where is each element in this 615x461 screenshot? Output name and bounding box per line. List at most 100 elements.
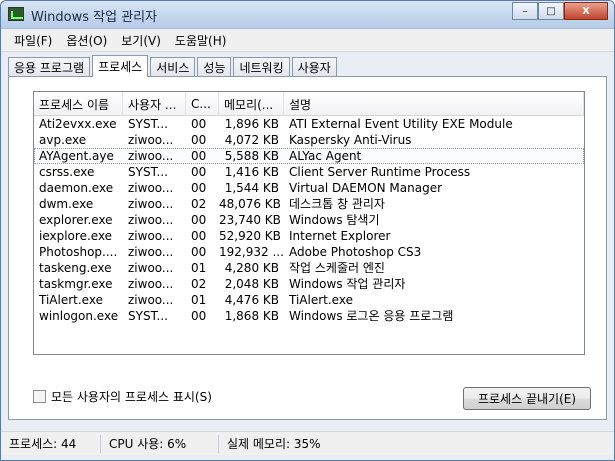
process-row[interactable]: Photoshop.... ziwoo... 00 192,932 ... Adobe …: [34, 244, 584, 260]
process-row[interactable]: dwm.exe ziwoo... 02 48,076 KB 데스크톱 창 관리자: [34, 196, 584, 212]
maximize-button[interactable]: □: [538, 2, 564, 20]
status-process-count: 프로세스: 44: [1, 434, 101, 453]
process-name-cell: explorer.exe: [39, 213, 113, 227]
process-cpu-cell: 00: [191, 117, 207, 131]
process-memory-cell: 23,740 KB: [219, 213, 281, 227]
process-cpu-cell: 02: [191, 197, 207, 211]
process-user-cell: ziwoo...: [128, 133, 174, 147]
column-header-user-name[interactable]: 사용자 ...: [123, 92, 186, 116]
column-header-memory[interactable]: 메모리(...: [219, 92, 284, 116]
process-description-cell: ALYac Agent: [289, 149, 362, 163]
tab-strip: 응용 프로그램 프로세스 서비스 성능 네트워킹 사용자: [8, 55, 339, 77]
process-user-cell: SYST...: [128, 117, 168, 131]
process-name-cell: Photoshop....: [39, 245, 118, 259]
status-cpu-usage: CPU 사용: 6%: [101, 434, 219, 453]
process-user-cell: ziwoo...: [128, 197, 174, 211]
show-all-users-option[interactable]: 모든 사용자의 프로세스 표시(S): [33, 388, 212, 405]
process-description-cell: 작업 스케줄러 엔진: [289, 261, 385, 275]
process-cpu-cell: 00: [191, 181, 207, 195]
process-user-cell: ziwoo...: [128, 277, 174, 291]
process-name-cell: taskeng.exe: [39, 261, 112, 275]
process-description-cell: Windows 탐색기: [289, 213, 380, 227]
process-row[interactable]: iexplore.exe ziwoo... 00 52,920 KB Internet …: [34, 228, 584, 244]
process-row[interactable]: TiAlert.exe ziwoo... 01 4,476 KB TiAlert.exe: [34, 292, 584, 308]
process-user-cell: ziwoo...: [128, 229, 174, 243]
show-all-users-checkbox[interactable]: [33, 390, 46, 403]
show-all-users-label: 모든 사용자의 프로세스 표시(S): [51, 390, 212, 404]
process-description-cell: Internet Explorer: [289, 229, 391, 243]
process-cpu-cell: 00: [191, 309, 207, 323]
process-user-cell: ziwoo...: [128, 245, 174, 259]
menu-file[interactable]: 파일(F): [7, 32, 59, 49]
process-memory-cell: 4,280 KB: [224, 261, 279, 275]
menu-options[interactable]: 옵션(O): [59, 32, 114, 49]
process-description-cell: ATI External Event Utility EXE Module: [289, 117, 513, 131]
status-memory-usage: 실제 메모리: 35%: [227, 436, 321, 451]
process-description-cell: Client Server Runtime Process: [289, 165, 471, 179]
process-row[interactable]: csrss.exe SYST... 00 1,416 KB Client Server …: [34, 164, 584, 180]
process-memory-cell: 48,076 KB: [219, 197, 281, 211]
title-bar[interactable]: Windows 작업 관리자 – □ X: [1, 1, 614, 29]
process-cpu-cell: 00: [191, 165, 207, 179]
process-user-cell: SYST...: [128, 165, 168, 179]
process-user-cell: ziwoo...: [128, 213, 174, 227]
process-description-cell: Windows 작업 관리자: [289, 277, 406, 291]
process-cpu-cell: 00: [191, 229, 207, 243]
process-row[interactable]: winlogon.exe SYST... 00 1,868 KB Windows 로그온…: [34, 308, 584, 324]
process-row[interactable]: Ati2evxx.exe SYST... 00 1,896 KB ATI Externa…: [34, 116, 584, 132]
menu-view[interactable]: 보기(V): [114, 32, 168, 49]
status-bar: 프로세스: 44 CPU 사용: 6% 실제 메모리: 35%: [1, 431, 614, 455]
process-memory-cell: 1,544 KB: [224, 181, 279, 195]
menu-help[interactable]: 도움말(H): [168, 32, 234, 49]
process-row[interactable]: taskeng.exe ziwoo... 01 4,280 KB 작업 스케줄러 엔진: [34, 260, 584, 276]
menu-bar: 파일(F) 옵션(O) 보기(V) 도움말(H): [1, 30, 614, 52]
task-manager-window: Windows 작업 관리자 – □ X 파일(F) 옵션(O) 보기(V) 도…: [0, 0, 615, 461]
process-cpu-cell: 01: [191, 293, 207, 307]
tab-services[interactable]: 서비스: [150, 57, 196, 77]
process-name-cell: dwm.exe: [39, 197, 94, 211]
process-name-cell: Ati2evxx.exe: [39, 117, 117, 131]
minimize-button[interactable]: –: [512, 2, 538, 20]
process-memory-cell: 4,072 KB: [224, 133, 279, 147]
process-cpu-cell: 00: [191, 245, 207, 259]
process-description-cell: Virtual DAEMON Manager: [289, 181, 443, 195]
process-memory-cell: 2,048 KB: [224, 277, 279, 291]
column-header-cpu[interactable]: C...: [186, 92, 219, 116]
tab-processes[interactable]: 프로세스: [92, 55, 149, 77]
process-memory-cell: 4,476 KB: [224, 293, 279, 307]
process-user-cell: ziwoo...: [128, 261, 174, 275]
process-cpu-cell: 00: [191, 133, 207, 147]
window-controls: – □ X: [512, 2, 608, 20]
tab-performance[interactable]: 성능: [197, 57, 232, 77]
process-row[interactable]: taskmgr.exe ziwoo... 02 2,048 KB Windows 작업 …: [34, 276, 584, 292]
column-header-description[interactable]: 설명: [284, 92, 584, 116]
process-row[interactable]: explorer.exe ziwoo... 00 23,740 KB Windows 탐…: [34, 212, 584, 228]
process-user-cell: ziwoo...: [128, 149, 174, 163]
process-name-cell: daemon.exe: [39, 181, 114, 195]
tab-networking[interactable]: 네트워킹: [233, 57, 290, 77]
tab-users[interactable]: 사용자: [291, 57, 337, 77]
process-name-cell: TiAlert.exe: [39, 293, 103, 307]
process-row[interactable]: AYAgent.aye ziwoo... 00 5,588 KB ALYac Agent: [34, 148, 584, 164]
process-name-cell: AYAgent.aye: [39, 149, 114, 163]
process-row[interactable]: avp.exe ziwoo... 00 4,072 KB Kaspersky Anti-…: [34, 132, 584, 148]
process-memory-cell: 52,920 KB: [219, 229, 281, 243]
process-user-cell: ziwoo...: [128, 293, 174, 307]
process-name-cell: csrss.exe: [39, 165, 95, 179]
process-description-cell: Adobe Photoshop CS3: [289, 245, 422, 259]
close-button[interactable]: X: [564, 2, 608, 20]
process-memory-cell: 1,868 KB: [224, 309, 279, 323]
end-process-button[interactable]: 프로세스 끝내기(E): [463, 387, 591, 410]
process-name-cell: winlogon.exe: [39, 309, 119, 323]
process-description-cell: TiAlert.exe: [289, 293, 353, 307]
task-manager-icon: [8, 7, 24, 21]
column-header-image-name[interactable]: 프로세스 이름: [34, 92, 123, 116]
process-cpu-cell: 01: [191, 261, 207, 275]
process-row[interactable]: daemon.exe ziwoo... 00 1,544 KB Virtual DAEM…: [34, 180, 584, 196]
tab-applications[interactable]: 응용 프로그램: [8, 57, 91, 77]
process-memory-cell: 5,588 KB: [224, 149, 279, 163]
process-list[interactable]: 프로세스 이름 사용자 ... C... 메모리(... 설명 Ati2evxx…: [33, 91, 585, 355]
process-cpu-cell: 00: [191, 213, 207, 227]
process-rows: Ati2evxx.exe SYST... 00 1,896 KB ATI Externa…: [34, 116, 584, 324]
window-title: Windows 작업 관리자: [31, 10, 158, 25]
